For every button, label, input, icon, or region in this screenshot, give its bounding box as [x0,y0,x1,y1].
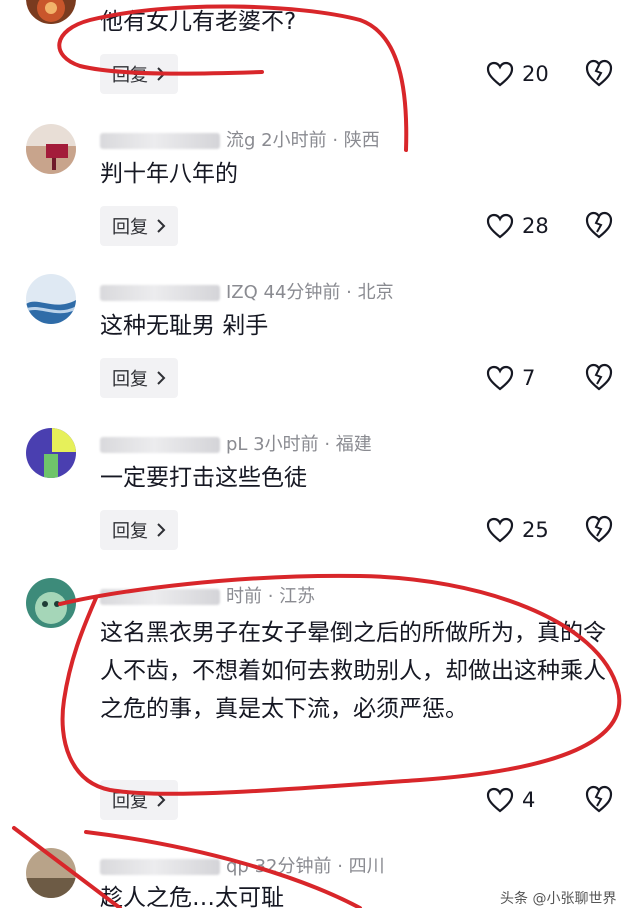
like-button[interactable]: 7 [486,362,535,394]
avatar[interactable] [26,124,76,174]
broken-heart-icon[interactable] [584,514,614,544]
blurred-username [100,133,220,149]
comment-meta: 流g 2小时前 · 陕西 [100,126,380,152]
comment-text: 判十年八年的 [100,161,238,187]
reply-button[interactable]: 回复 [100,510,178,550]
reply-button[interactable]: 回复 [100,54,178,94]
like-count: 28 [522,214,549,238]
comment-text: 这种无耻男 剁手 [100,313,269,339]
blurred-username [100,859,220,875]
blurred-username [100,285,220,301]
broken-heart-icon[interactable] [584,362,614,392]
like-count: 20 [522,62,549,86]
like-button[interactable]: 4 [486,784,535,816]
chevron-right-icon [157,523,166,537]
reply-button[interactable]: 回复 [100,780,178,820]
heart-icon [486,787,514,813]
chevron-right-icon [157,793,166,807]
reply-label: 回复 [112,521,148,542]
reply-label: 回复 [112,791,148,812]
comment-text: 他有女儿有老婆不? [100,9,297,35]
chevron-right-icon [157,67,166,81]
blurred-username [100,437,220,453]
avatar[interactable] [26,274,76,324]
avatar[interactable] [26,848,76,898]
comment-text: 一定要打击这些色徒 [100,465,307,491]
like-button[interactable]: 25 [486,514,549,546]
reply-button[interactable]: 回复 [100,358,178,398]
avatar[interactable] [26,578,76,628]
comment-meta: IZQ 44分钟前 · 北京 [100,278,394,304]
heart-icon [486,365,514,391]
reply-label: 回复 [112,65,148,86]
like-button[interactable]: 20 [486,58,549,90]
watermark: 头条 @小张聊世界 [500,891,617,907]
like-count: 4 [522,788,536,812]
heart-icon [486,61,514,87]
comment-meta: pL 3小时前 · 福建 [100,430,372,456]
reply-label: 回复 [112,217,148,238]
like-count: 25 [522,518,549,542]
heart-icon [486,517,514,543]
comment-meta: 时前 · 江苏 [100,582,315,608]
chevron-right-icon [157,371,166,385]
heart-icon [486,213,514,239]
like-count: 7 [522,366,536,390]
chevron-right-icon [157,219,166,233]
avatar[interactable] [26,428,76,478]
comment-meta: qp 32分钟前 · 四川 [100,852,385,878]
broken-heart-icon[interactable] [584,784,614,814]
broken-heart-icon[interactable] [584,210,614,240]
like-button[interactable]: 28 [486,210,549,242]
comment-text: 这名黑衣男子在女子晕倒之后的所做所为，真的令人不齿，不想着如何去救助别人，却做出… [100,620,606,722]
reply-label: 回复 [112,369,148,390]
broken-heart-icon[interactable] [584,58,614,88]
reply-button[interactable]: 回复 [100,206,178,246]
avatar[interactable] [26,0,76,24]
blurred-username [100,589,220,605]
